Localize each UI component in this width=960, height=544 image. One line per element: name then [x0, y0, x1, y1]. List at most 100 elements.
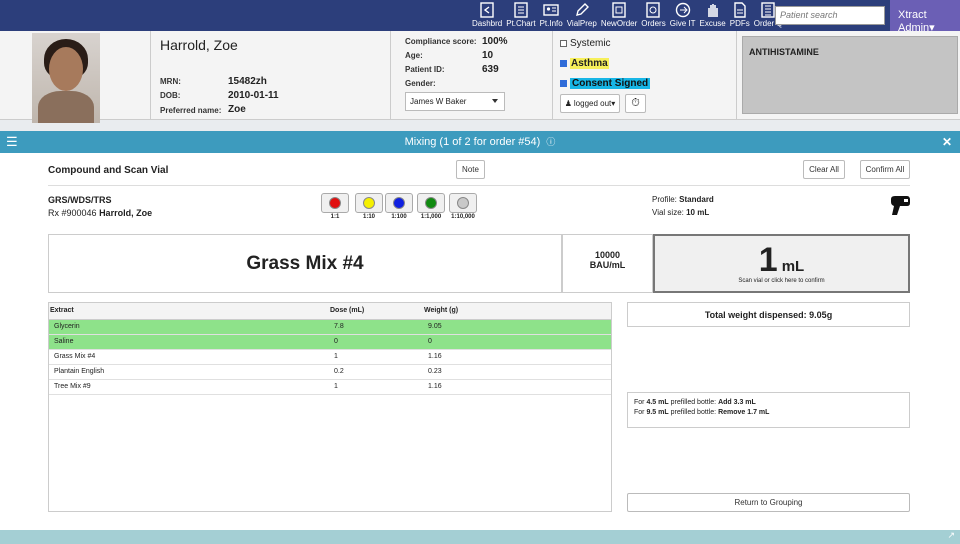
table-cell: Tree Mix #9: [49, 379, 329, 395]
section-heading: Compound and Scan Vial: [48, 165, 169, 176]
dilution-color-icon: [425, 197, 437, 209]
table-cell: [521, 379, 611, 395]
dilution-label: 1:1: [330, 214, 340, 220]
nav-pdfs[interactable]: PDFs: [728, 0, 752, 31]
volume-confirm-box[interactable]: 1 mL Scan vial or click here to confirm: [653, 234, 910, 293]
dilution-label: 1:10,000: [451, 214, 475, 220]
prefill-line-2: For 9.5 mL prefilled bottle: Remove 1.7 …: [634, 409, 770, 416]
nav-vialprep[interactable]: VialPrep: [565, 0, 599, 31]
table-cell: [521, 349, 611, 365]
clear-all-button[interactable]: Clear All: [803, 160, 845, 179]
table-cell: 0: [423, 334, 521, 350]
dilution-label: 1:10: [362, 214, 375, 220]
table-cell: Saline: [49, 334, 329, 350]
table-cell: 0.2: [329, 364, 423, 380]
menu-icon[interactable]: ☰: [6, 131, 18, 153]
dilution-color-icon: [363, 197, 375, 209]
patient-name: Harrold, Zoe: [160, 37, 238, 53]
table-row[interactable]: Glycerin 7.8 9.05: [49, 319, 611, 335]
dilution-label: 1:1,000: [420, 214, 442, 220]
gender-label: Gender:: [405, 79, 436, 88]
patient-photo: [32, 33, 100, 123]
table-cell: 0: [329, 334, 423, 350]
pencil-icon: [575, 3, 589, 16]
return-to-grouping-button[interactable]: Return to Grouping: [627, 493, 910, 512]
table-row[interactable]: Grass Mix #4 1 1.16: [49, 349, 611, 365]
order-queue-icon: [761, 2, 775, 18]
table-row[interactable]: Tree Mix #9 1 1.16: [49, 379, 611, 395]
dilution-button[interactable]: [417, 193, 445, 213]
nav-giveit[interactable]: Give IT: [668, 0, 698, 31]
nav-excuse[interactable]: Excuse: [698, 0, 728, 31]
mixing-title: Mixing (1 of 2 for order #54): [404, 136, 541, 148]
nav-label: NewOrder: [600, 19, 638, 28]
table-cell: 0.23: [423, 364, 521, 380]
col-extract: Extract: [49, 303, 329, 320]
chevron-down-icon: [492, 99, 498, 103]
nav-label: Pt.Chart: [506, 19, 536, 28]
table-cell: Glycerin: [49, 319, 329, 335]
id-card-icon: [543, 4, 559, 16]
systemic-checkbox[interactable]: Systemic: [560, 38, 611, 49]
table-row[interactable]: Plantain English 0.2 0.23: [49, 364, 611, 380]
table-cell: 7.8: [329, 319, 423, 335]
mix-name-box: Grass Mix #4: [48, 234, 562, 293]
patient-id-value: 639: [482, 64, 499, 75]
give-arrow-icon: [675, 2, 690, 18]
alert-box: ANTIHISTAMINE: [742, 36, 958, 114]
provider-select[interactable]: James W Baker: [405, 92, 505, 111]
close-icon[interactable]: ✕: [942, 131, 952, 153]
dilution-label: 1:100: [391, 214, 407, 220]
table-cell: Grass Mix #4: [49, 349, 329, 365]
total-weight-box: Total weight dispensed: 9.05g: [627, 302, 910, 327]
mrn-label: MRN:: [160, 77, 181, 86]
profile-line: Profile: Standard: [652, 195, 714, 204]
help-icon[interactable]: ⓘ: [546, 137, 555, 147]
table-cell: 1.16: [423, 349, 521, 365]
rx-code: GRS/WDS/TRS: [48, 195, 112, 205]
compliance-label: Compliance score:: [405, 37, 477, 46]
dilution-button[interactable]: [355, 193, 383, 213]
patient-search-input[interactable]: Patient search: [775, 6, 885, 25]
barcode-scanner-icon: [891, 196, 910, 215]
chart-doc-icon: [514, 2, 528, 18]
arrow-left-box-icon: [480, 2, 494, 18]
nav-neworder[interactable]: NewOrder: [599, 0, 639, 31]
table-cell: 1: [329, 349, 423, 365]
user-menu[interactable]: Xtract Admin▾: [890, 0, 960, 34]
dilution-color-icon: [329, 197, 341, 209]
new-order-icon: [612, 2, 626, 18]
nav-ptinfo[interactable]: Pt.Info: [538, 0, 565, 31]
confirm-all-button[interactable]: Confirm All: [860, 160, 910, 179]
mix-name: Grass Mix #4: [246, 253, 364, 274]
rx-line: Rx #900046 Harrold, Zoe: [48, 208, 153, 218]
table-cell: Plantain English: [49, 364, 329, 380]
concentration-box: 10000 BAU/mL: [562, 234, 653, 293]
nav-label: Dashbrd: [472, 19, 503, 28]
prefill-line-1: For 4.5 mL prefilled bottle: Add 3.3 mL: [634, 399, 756, 406]
nav-ptchart[interactable]: Pt.Chart: [504, 0, 537, 31]
nav-label: PDFs: [729, 19, 750, 28]
nav-orders[interactable]: Orders: [639, 0, 667, 31]
nav-dashbrd[interactable]: Dashbrd: [470, 0, 504, 31]
table-row[interactable]: Saline 0 0: [49, 334, 611, 350]
prefill-box: For 4.5 mL prefilled bottle: Add 3.3 mL …: [627, 392, 910, 428]
dilution-button[interactable]: [449, 193, 477, 213]
extract-table: Extract Dose (mL) Weight (g) Glycerin 7.8…: [48, 302, 612, 512]
compliance-value: 100%: [482, 36, 508, 47]
table-cell: 1.16: [423, 379, 521, 395]
dilution-button[interactable]: [385, 193, 413, 213]
logged-out-button[interactable]: ♟ logged out▾: [560, 94, 620, 113]
timer-button[interactable]: ⏱: [625, 94, 646, 113]
col-dose: Dose (mL): [329, 303, 423, 320]
asthma-checkbox[interactable]: Asthma: [560, 58, 609, 69]
footer-bar: ↗: [0, 530, 960, 544]
dilution-button[interactable]: [321, 193, 349, 213]
consent-checkbox[interactable]: Consent Signed: [560, 78, 651, 89]
resize-icon[interactable]: ↗: [947, 530, 955, 541]
preferred-name-label: Preferred name:: [160, 106, 222, 115]
nav-label: Pt.Info: [539, 19, 563, 28]
preferred-name-value: Zoe: [228, 104, 246, 115]
note-button[interactable]: Note: [456, 160, 485, 179]
age-label: Age:: [405, 51, 423, 60]
